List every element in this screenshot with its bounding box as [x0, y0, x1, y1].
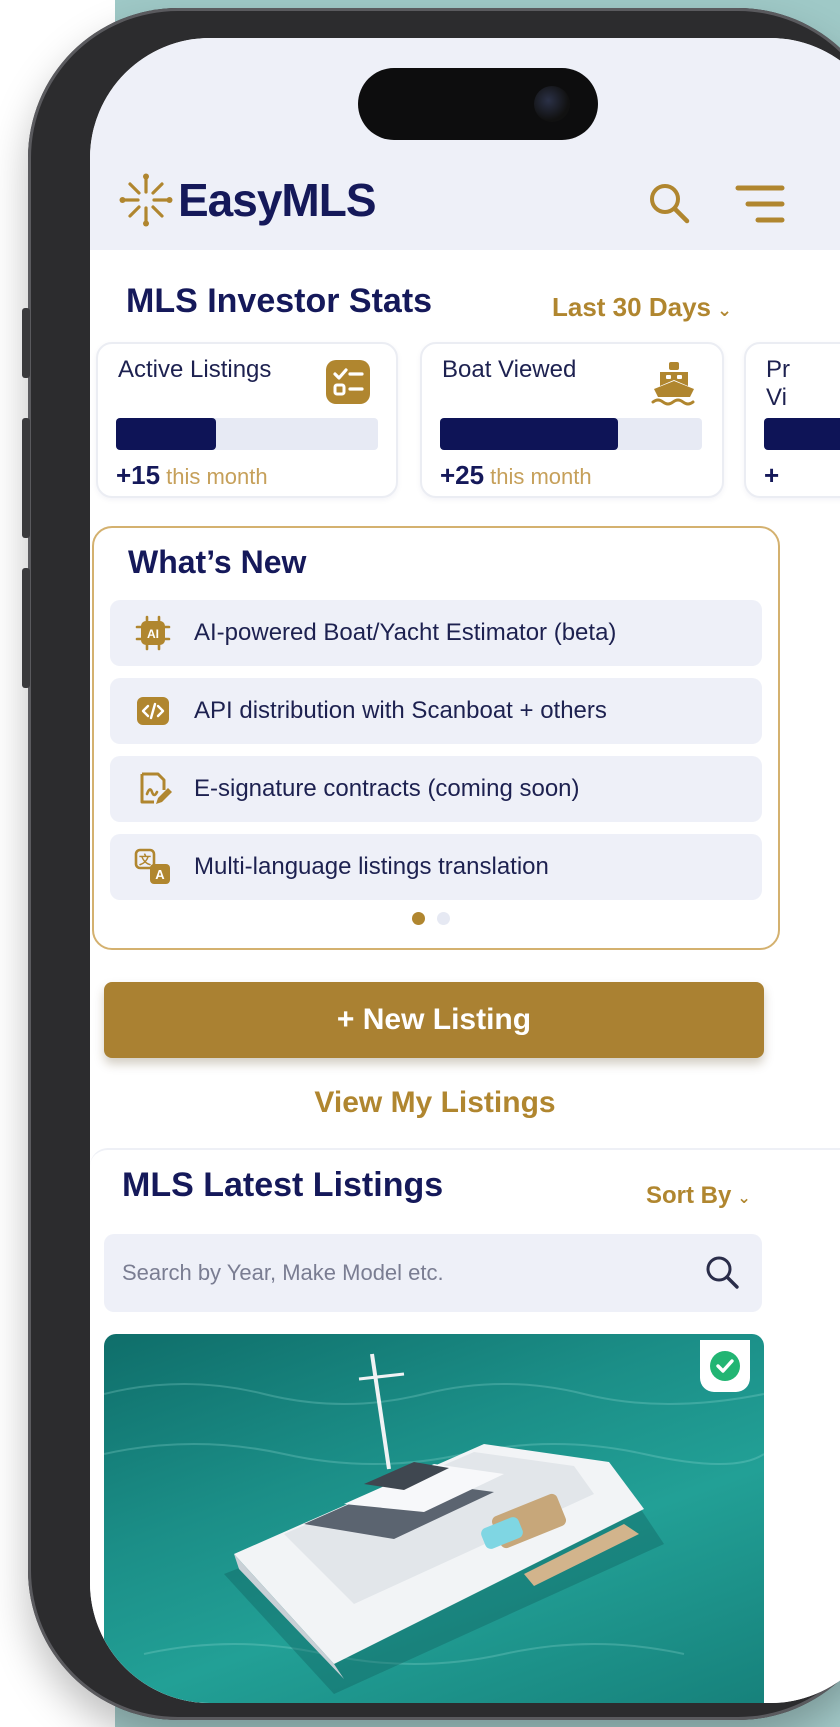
yacht-illustration [104, 1353, 764, 1694]
news-item-label: Multi-language listings translation [194, 853, 549, 880]
dynamic-island [358, 68, 598, 140]
chevron-down-icon: ⌄ [737, 1190, 751, 1207]
whats-new-card: What’s New AI AI-powered Boat/Yacht Esti… [92, 526, 780, 950]
carousel-dot-1[interactable] [412, 912, 425, 925]
progress-track [116, 418, 378, 450]
news-item-label: AI-powered Boat/Yacht Estimator (beta) [194, 619, 617, 646]
period-label: Last 30 Days [552, 292, 711, 322]
search-icon[interactable] [646, 180, 692, 226]
stat-delta: + [764, 460, 785, 491]
stat-delta-suffix: this month [166, 464, 268, 489]
search-icon[interactable] [702, 1252, 742, 1292]
brand-name: EasyMLS [178, 174, 377, 226]
listing-search [104, 1234, 762, 1312]
stat-delta-value: + [764, 460, 780, 490]
progress-fill [440, 418, 619, 450]
stat-label: Active Listings [118, 356, 272, 383]
news-item-translation[interactable]: 文 A Multi-language listings translation [110, 834, 762, 900]
action-button [22, 308, 30, 378]
volume-down-button [22, 568, 30, 688]
verified-badge [700, 1340, 750, 1392]
carousel-dot-2[interactable] [437, 912, 450, 925]
stat-delta: +25 this month [440, 460, 592, 491]
stat-card-partial[interactable]: Pr Vi + [744, 342, 840, 498]
brand-logo[interactable]: EasyMLS [118, 172, 377, 228]
hamburger-menu-icon[interactable] [734, 182, 786, 226]
news-item-label: API distribution with Scanboat + others [194, 697, 607, 724]
svg-text:AI: AI [147, 627, 159, 641]
news-item-estimator[interactable]: AI AI-powered Boat/Yacht Estimator (beta… [110, 600, 762, 666]
listing-photo-yacht[interactable] [104, 1334, 764, 1703]
code-icon [137, 697, 169, 725]
translate-icon: 文 A [134, 848, 170, 884]
app-screen: EasyMLS MLS Investor Stats Last 30 Days ⌄ [90, 38, 840, 1703]
stat-delta-value: +15 [116, 460, 161, 490]
stats-title: MLS Investor Stats [126, 282, 433, 320]
signature-icon [140, 772, 172, 804]
top-bar: EasyMLS [108, 158, 840, 250]
check-circle-icon [710, 1351, 740, 1381]
whats-new-title: What’s New [128, 544, 307, 580]
svg-text:A: A [155, 867, 165, 882]
progress-fill [116, 418, 216, 450]
stat-card-active-listings[interactable]: Active Listings +15 this month [96, 342, 398, 498]
chevron-down-icon: ⌄ [716, 300, 733, 320]
ship-icon [651, 362, 695, 406]
camera-lens [534, 86, 570, 122]
stat-delta: +15 this month [116, 460, 268, 491]
sort-label: Sort By [646, 1182, 732, 1209]
phone-frame: EasyMLS MLS Investor Stats Last 30 Days ⌄ [22, 8, 840, 1720]
news-item-api[interactable]: API distribution with Scanboat + others [110, 678, 762, 744]
news-item-esignature[interactable]: E-signature contracts (coming soon) [110, 756, 762, 822]
new-listing-button[interactable]: + New Listing [104, 982, 764, 1058]
latest-listings-title: MLS Latest Listings [122, 1166, 444, 1204]
svg-text:文: 文 [139, 852, 152, 867]
stat-label: Pr Vi [766, 356, 790, 411]
stat-delta-value: +25 [440, 460, 485, 490]
ai-chip-icon: AI [135, 615, 171, 651]
listing-search-input[interactable] [122, 1234, 682, 1312]
progress-track [440, 418, 702, 450]
period-dropdown[interactable]: Last 30 Days ⌄ [552, 292, 732, 323]
progress-fill [764, 418, 840, 450]
volume-up-button [22, 418, 30, 538]
view-my-listings-link[interactable]: View My Listings [90, 1086, 780, 1120]
checklist-icon [326, 360, 370, 404]
news-item-label: E-signature contracts (coming soon) [194, 775, 580, 802]
sparkle-logo-icon [119, 173, 173, 227]
carousel-dots [412, 912, 450, 925]
stat-card-boat-viewed[interactable]: Boat Viewed +25 this month [420, 342, 724, 498]
page: EasyMLS MLS Investor Stats Last 30 Days ⌄ [0, 0, 840, 1727]
stat-label: Boat Viewed [442, 356, 577, 383]
progress-track [764, 418, 840, 450]
stat-delta-suffix: this month [490, 464, 592, 489]
sort-dropdown[interactable]: Sort By ⌄ [646, 1182, 751, 1210]
